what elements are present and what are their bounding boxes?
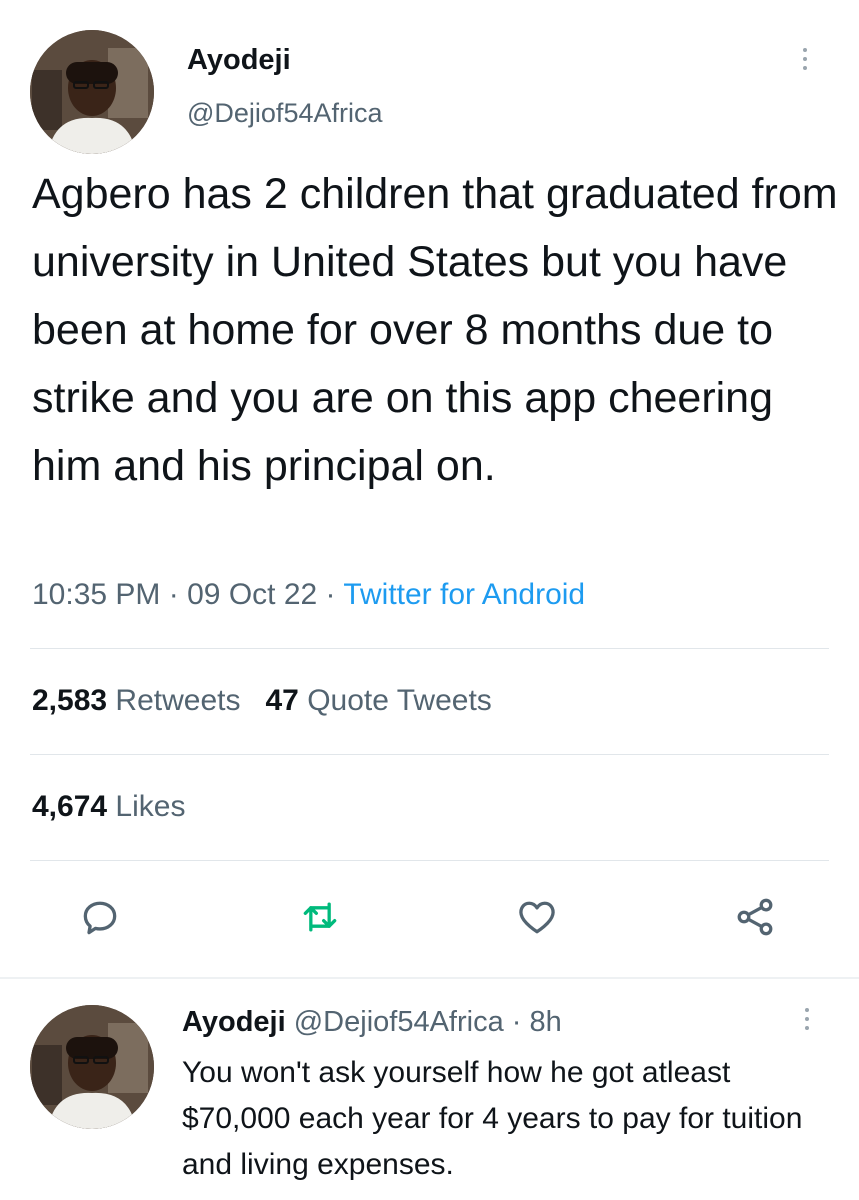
retweet-icon[interactable]	[298, 895, 342, 939]
quote-tweets-stat[interactable]: 47 Quote Tweets	[266, 684, 492, 717]
share-icon[interactable]	[733, 895, 777, 939]
reply-author-avatar[interactable]	[30, 1005, 154, 1129]
author-name[interactable]: Ayodeji	[187, 44, 291, 77]
likes-count: 4,674	[32, 790, 108, 823]
tweet-text: Agbero has 2 children that graduated fro…	[32, 170, 838, 490]
reply-age[interactable]: 8h	[530, 1006, 562, 1038]
engagement-row: 2,583 Retweets 47 Quote Tweets	[32, 684, 492, 718]
reply-header: Ayodeji @Dejiof54Africa · 8h	[182, 1006, 562, 1039]
avatar-photo	[30, 1005, 154, 1129]
avatar-photo	[30, 30, 154, 154]
likes-stat[interactable]: 4,674 Likes	[32, 790, 185, 824]
divider	[30, 648, 829, 649]
heart-icon[interactable]	[515, 895, 559, 939]
likes-label: Likes	[115, 790, 186, 823]
tweet-time[interactable]: 10:35 PM	[32, 578, 160, 611]
retweets-label: Retweets	[115, 684, 241, 717]
reply-author-name[interactable]: Ayodeji	[182, 1006, 286, 1038]
divider	[30, 860, 829, 861]
tweet-meta: 10:35 PM · 09 Oct 22 · Twitter for Andro…	[32, 578, 585, 612]
more-options-icon[interactable]	[803, 48, 807, 70]
tweet-date[interactable]: 09 Oct 22	[187, 578, 317, 611]
author-handle[interactable]: @Dejiof54Africa	[187, 98, 383, 129]
meta-separator: ·	[325, 578, 336, 611]
divider	[30, 754, 829, 755]
quotes-count: 47	[265, 684, 299, 717]
reply-icon[interactable]	[78, 895, 122, 939]
quotes-label: Quote Tweets	[307, 684, 492, 717]
reply-author-handle[interactable]: @Dejiof54Africa	[294, 1006, 504, 1038]
reply-text: You won't ask yourself how he got atleas…	[182, 1056, 803, 1181]
more-options-icon[interactable]	[805, 1008, 809, 1030]
author-avatar[interactable]	[30, 30, 154, 154]
tweet-source[interactable]: Twitter for Android	[343, 578, 585, 611]
section-divider	[0, 977, 859, 979]
retweets-stat[interactable]: 2,583 Retweets	[32, 684, 240, 717]
retweets-count: 2,583	[32, 684, 108, 717]
meta-separator: ·	[168, 578, 179, 611]
meta-separator: ·	[511, 1006, 522, 1038]
